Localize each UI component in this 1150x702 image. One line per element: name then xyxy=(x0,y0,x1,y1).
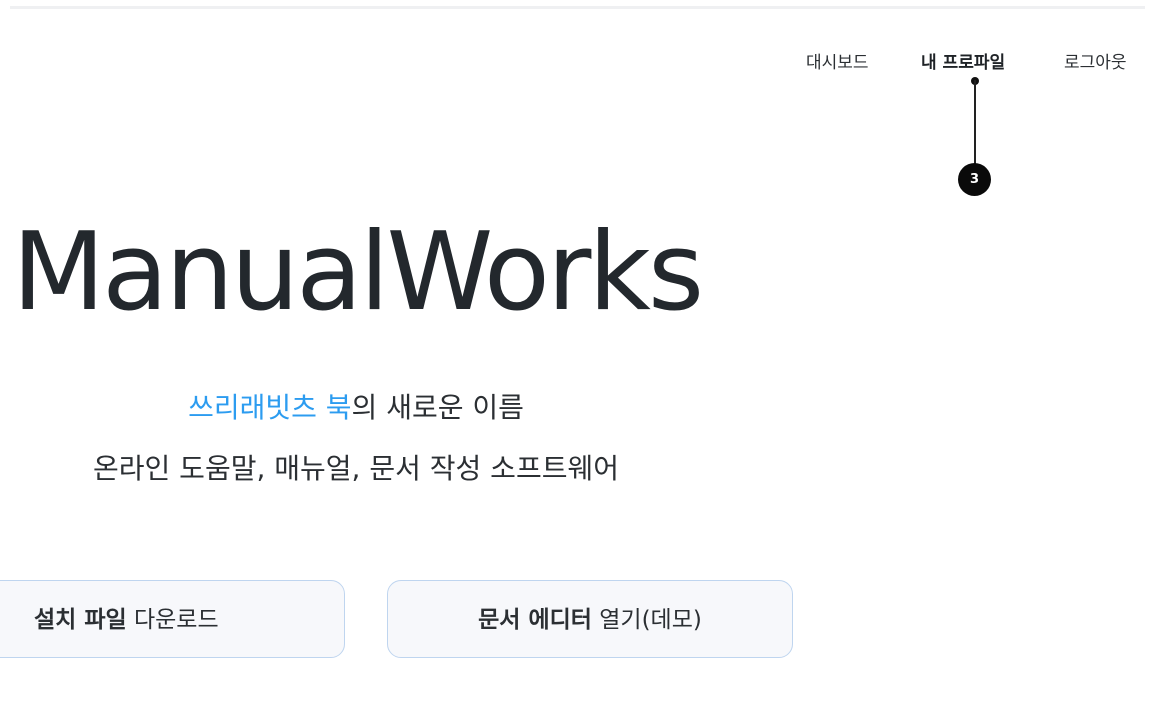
tagline: 쓰리래빗츠 북의 새로운 이름 xyxy=(0,388,712,428)
download-installer-button[interactable]: 설치 파일 다운로드 xyxy=(0,580,345,658)
tagline-accent-text: 쓰리래빗츠 북 xyxy=(188,391,352,424)
page: 대시보드 내 프로파일 로그아웃 3 ManualWorks 쓰리래빗츠 북의 … xyxy=(0,0,1150,702)
download-button-bold-label: 설치 파일 xyxy=(34,607,127,633)
editor-button-label: 열기(데모) xyxy=(591,607,702,633)
download-button-label: 다운로드 xyxy=(126,607,219,633)
subtitle: 온라인 도움말, 매뉴얼, 문서 작성 소프트웨어 xyxy=(93,452,619,485)
callout-pointer-line xyxy=(974,80,976,166)
open-editor-demo-button[interactable]: 문서 에디터 열기(데모) xyxy=(387,580,793,658)
top-divider xyxy=(10,6,1145,9)
nav-link-my-profile[interactable]: 내 프로파일 xyxy=(921,50,1005,76)
tagline-text: 의 새로운 이름 xyxy=(351,391,524,424)
callout-number-badge: 3 xyxy=(958,163,991,196)
editor-button-bold-label: 문서 에디터 xyxy=(478,607,592,633)
nav-link-dashboard[interactable]: 대시보드 xyxy=(806,50,869,76)
brand-title: ManualWorks xyxy=(12,210,704,335)
nav-link-logout[interactable]: 로그아웃 xyxy=(1064,50,1127,76)
top-navigation: 대시보드 내 프로파일 로그아웃 xyxy=(0,50,1150,76)
